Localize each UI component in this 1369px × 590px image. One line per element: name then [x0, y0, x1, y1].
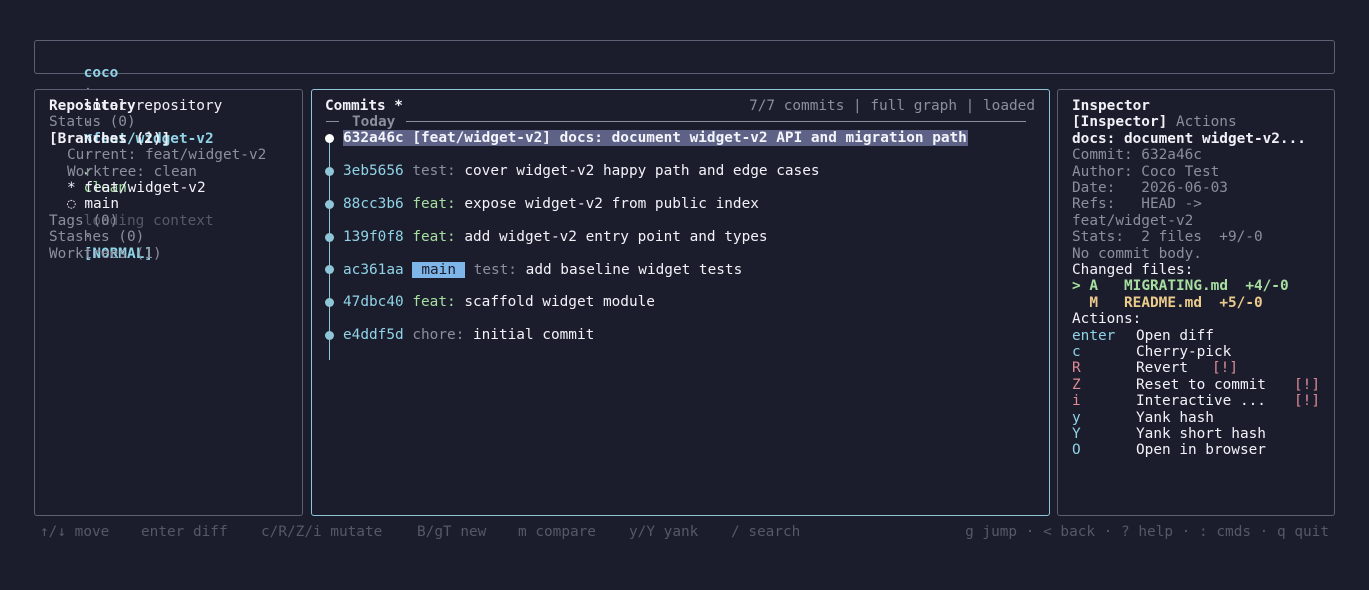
commit-node-icon — [324, 134, 334, 143]
commit-row[interactable]: e4ddf5d chore: initial commit — [343, 327, 594, 343]
action-yank-short-hash[interactable]: Yank short hash — [1136, 426, 1266, 442]
footer-hint: B/gT new — [417, 524, 487, 540]
warning-marker: [!] — [1212, 360, 1238, 377]
current-branch-info: Current: feat/widget-v2 — [67, 147, 267, 164]
commit-refs-info: Refs: HEAD -> — [1072, 196, 1202, 213]
commit-row[interactable]: 3eb5656 test: cover widget-v2 happy path… — [343, 163, 820, 179]
tab-inspector[interactable]: [Inspector] — [1072, 114, 1167, 130]
footer-hint: enter diff — [141, 524, 228, 540]
commit-body: No commit body. — [1072, 245, 1202, 262]
commit-node-icon — [324, 265, 334, 274]
commit-author-info: Author: Coco Test — [1072, 163, 1220, 180]
action-reset[interactable]: Reset to commit — [1136, 377, 1266, 393]
commit-node-icon — [324, 200, 334, 209]
current-branch-marker: * — [67, 180, 76, 196]
commit-stats: Stats: 2 files +9/-0 — [1072, 229, 1263, 246]
commits-title: Commits * — [325, 98, 403, 114]
action-key: Z — [1072, 376, 1081, 393]
action-key: c — [1072, 344, 1081, 360]
commits-summary: 7/7 commits | full graph | loaded — [749, 98, 1035, 114]
repo-item-status[interactable]: Status (0) — [49, 114, 136, 130]
footer-hint: c/R/Z/i mutate — [261, 524, 383, 540]
repo-item-branches[interactable]: [Branches (2)] — [49, 131, 170, 147]
changed-files-title: Changed files: — [1072, 262, 1194, 278]
repository-title: Repository — [49, 98, 136, 114]
commit-node-icon — [324, 233, 334, 242]
branch-badge: main — [412, 262, 465, 278]
footer-hint: ↑/↓ move — [40, 524, 110, 540]
day-separator-line — [406, 121, 1026, 122]
action-key: y — [1072, 409, 1081, 426]
footer-shortcuts: g jump · < back · ? help · : cmds · q qu… — [965, 524, 1329, 540]
repo-item-worktrees[interactable]: Worktrees (1) — [49, 246, 162, 262]
footer-hint: / search — [731, 524, 801, 540]
commit-hash-info: Commit: 632a46c — [1072, 147, 1202, 164]
action-open-browser[interactable]: Open in browser — [1136, 442, 1266, 458]
footer-hint: m compare — [518, 524, 596, 540]
commit-row-selected[interactable]: 632a46c [feat/widget-v2] docs: document … — [343, 130, 968, 147]
commit-row[interactable]: 139f0f8 feat: add widget-v2 entry point … — [343, 229, 768, 245]
commit-row[interactable]: 88cc3b6 feat: expose widget-v2 from publ… — [343, 196, 759, 212]
commit-refs-cont: feat/widget-v2 — [1072, 212, 1194, 229]
changed-file[interactable]: M README.md +5/-0 — [1072, 295, 1262, 311]
repository-panel[interactable]: Repository Status (0) [Branches (2)] Cur… — [34, 89, 303, 516]
branch-item[interactable]: ◌ main — [67, 196, 119, 212]
action-cherry-pick[interactable]: Cherry-pick — [1136, 344, 1231, 360]
worktree-info: Worktree: clean — [67, 163, 197, 180]
footer-hint: y/Y yank — [629, 524, 699, 540]
commit-subject: docs: document widget-v2... — [1072, 130, 1306, 147]
action-key: Y — [1072, 426, 1081, 442]
changed-file-selected[interactable]: > A MIGRATING.md +4/-0 — [1072, 278, 1289, 294]
commit-node-icon — [324, 167, 334, 176]
action-key: i — [1072, 393, 1081, 410]
app-name: coco — [83, 65, 119, 82]
commit-row[interactable]: ac361aa main test: add baseline widget t… — [343, 262, 742, 278]
action-open-diff[interactable]: enter — [1072, 328, 1115, 344]
inspector-title: Inspector — [1072, 98, 1150, 114]
tab-actions[interactable]: Actions — [1176, 114, 1237, 130]
action-key: R — [1072, 360, 1081, 377]
action-interactive[interactable]: Interactive ... — [1136, 393, 1266, 409]
branch-item[interactable]: * feat/widget-v2 — [67, 180, 206, 196]
action-revert[interactable]: Revert — [1136, 360, 1188, 376]
warning-marker: [!] — [1294, 393, 1320, 410]
commit-node-icon — [324, 298, 334, 307]
inspector-panel[interactable]: Inspector [Inspector] Actions docs: docu… — [1057, 89, 1335, 516]
inspector-tabs: [Inspector] Actions — [1072, 114, 1237, 130]
commit-node-icon — [324, 331, 334, 340]
action-yank-hash[interactable]: Yank hash — [1136, 410, 1214, 426]
repo-item-tags[interactable]: Tags (0) — [49, 213, 118, 229]
action-key: O — [1072, 442, 1081, 459]
repo-item-stashes[interactable]: Stashes (0) — [49, 229, 144, 245]
warning-marker: [!] — [1294, 376, 1320, 393]
status-bar: coco · local repository · ⌥feat/widget-v… — [34, 40, 1335, 262]
commit-date-info: Date: 2026-06-03 — [1072, 180, 1228, 196]
branch-circle-icon: ◌ — [67, 196, 76, 213]
day-label: Today — [352, 114, 396, 130]
day-separator — [326, 121, 339, 122]
commit-row[interactable]: 47dbc40 feat: scaffold widget module — [343, 294, 655, 310]
selection-marker: > — [1072, 278, 1081, 295]
actions-title: Actions: — [1072, 311, 1142, 328]
action-label[interactable]: Open diff — [1136, 328, 1214, 344]
